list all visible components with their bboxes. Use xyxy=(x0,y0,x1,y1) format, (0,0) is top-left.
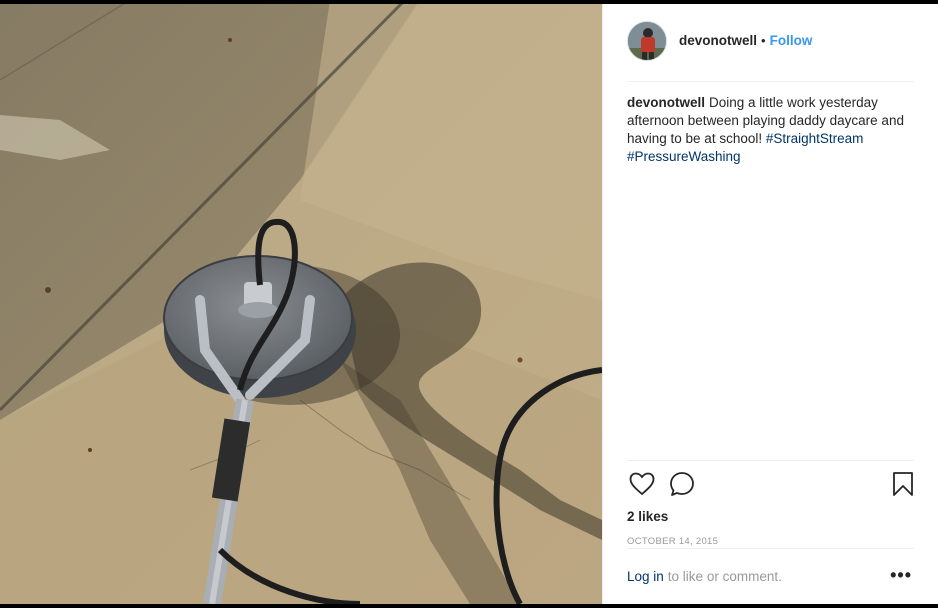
like-button[interactable] xyxy=(627,469,657,499)
save-button[interactable] xyxy=(888,469,918,499)
profile-picture xyxy=(628,21,666,60)
action-icons-row xyxy=(627,461,914,507)
login-link[interactable]: Log in xyxy=(627,569,664,584)
comment-area: Log in to like or comment. ••• xyxy=(627,548,914,604)
bottom-border xyxy=(0,604,938,608)
pressure-washer-image xyxy=(0,0,602,604)
more-options-icon[interactable]: ••• xyxy=(890,565,912,586)
heart-icon xyxy=(629,472,655,496)
bookmark-icon xyxy=(893,472,913,496)
follow-button[interactable]: Follow xyxy=(770,33,813,48)
login-prompt-text: to like or comment. xyxy=(667,569,782,584)
post-photo[interactable] xyxy=(0,0,602,604)
hashtag-link[interactable]: #PressureWashing xyxy=(627,149,741,164)
post-date: OCTOBER 14, 2015 xyxy=(627,536,719,547)
header-separator: • xyxy=(761,33,766,48)
post-modal: devonotwell • Follow devonotwell Doing a … xyxy=(0,0,938,608)
hashtag-link[interactable]: #StraightStream xyxy=(766,131,864,146)
likes-count[interactable]: 2 likes xyxy=(627,509,914,524)
post-actions: 2 likes OCTOBER 14, 2015 xyxy=(627,460,914,547)
header-username[interactable]: devonotwell xyxy=(679,33,757,48)
post-header: devonotwell • Follow xyxy=(627,0,914,82)
top-border xyxy=(0,0,938,4)
comment-button[interactable] xyxy=(667,469,697,499)
caption-username[interactable]: devonotwell xyxy=(627,95,705,110)
comment-icon xyxy=(670,472,694,496)
avatar[interactable] xyxy=(627,20,667,61)
post-sidebar: devonotwell • Follow devonotwell Doing a … xyxy=(602,0,938,604)
post-caption: devonotwell Doing a little work yesterday… xyxy=(627,94,917,166)
